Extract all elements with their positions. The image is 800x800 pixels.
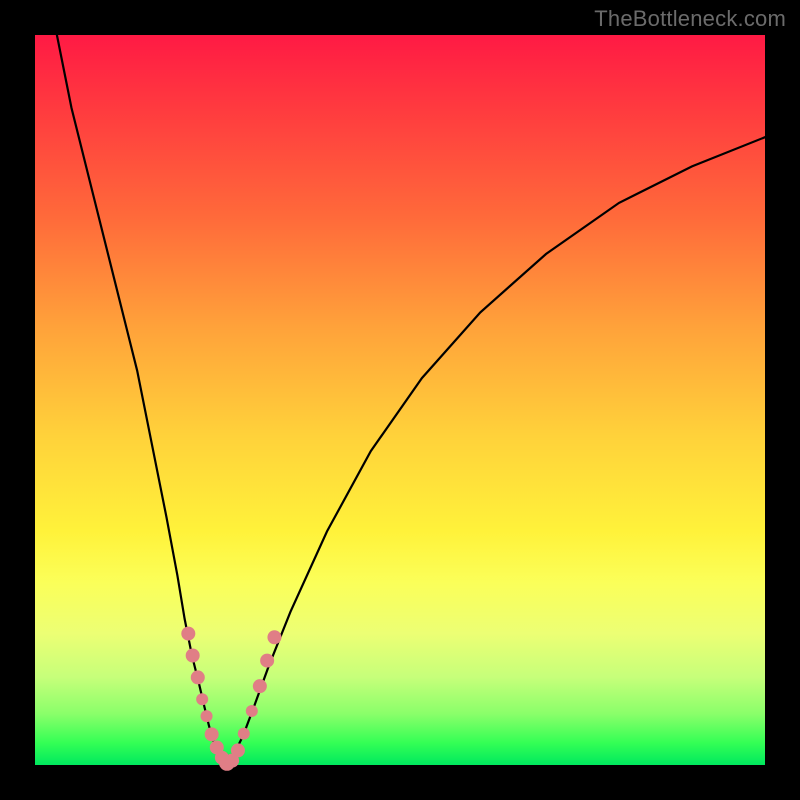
marker-point xyxy=(186,649,200,663)
chart-frame: TheBottleneck.com xyxy=(0,0,800,800)
marker-point xyxy=(260,654,274,668)
watermark-text: TheBottleneck.com xyxy=(594,6,786,32)
marker-point xyxy=(238,728,250,740)
marker-point xyxy=(253,679,267,693)
marker-point xyxy=(196,693,208,705)
marker-point xyxy=(191,670,205,684)
marker-point xyxy=(267,630,281,644)
marker-point xyxy=(205,727,219,741)
chart-svg xyxy=(35,35,765,765)
marker-point xyxy=(231,743,245,757)
marker-cluster xyxy=(181,627,281,771)
curve-right-branch xyxy=(225,137,765,765)
plot-area xyxy=(35,35,765,765)
marker-point xyxy=(246,705,258,717)
marker-point xyxy=(181,627,195,641)
marker-point xyxy=(201,710,213,722)
